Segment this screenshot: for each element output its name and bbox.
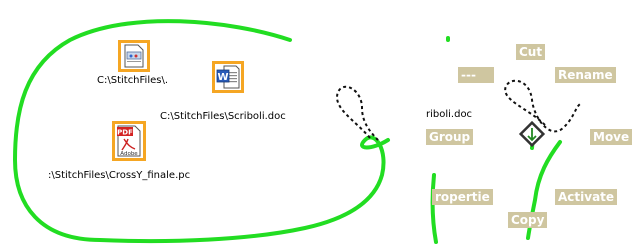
word-icon: W [216, 65, 240, 89]
pie-menu-activate[interactable]: Activate [555, 189, 618, 205]
stitch-canvas[interactable]: C:\StitchFiles\. W C:\StitchFiles\Scribo… [0, 0, 644, 247]
stroke-overlay [12, 19, 581, 244]
file-icon-3[interactable]: PDF Adobe [112, 121, 146, 161]
document-icon [124, 44, 144, 68]
pie-menu-group[interactable]: Group [426, 129, 474, 145]
file-icon-1[interactable] [118, 40, 150, 72]
pdf-icon: PDF Adobe [117, 125, 141, 157]
svg-text:PDF: PDF [117, 129, 133, 137]
pie-menu-cut[interactable]: Cut [516, 44, 546, 60]
pie-menu-move[interactable]: Move [590, 129, 633, 145]
partial-file-label: riboli.doc [426, 109, 473, 120]
pie-menu-copy[interactable]: Copy [508, 212, 548, 228]
left-pigtail-stroke [336, 85, 379, 141]
file-icon-2[interactable]: W [212, 61, 244, 93]
pie-menu-rename[interactable]: Rename [555, 67, 616, 83]
left-lasso-stroke [12, 19, 390, 244]
pie-menu-center [518, 120, 546, 148]
file-label-3: :\StitchFiles\CrossY_finale.pc [48, 170, 191, 181]
svg-text:W: W [217, 72, 228, 83]
pie-menu-properties[interactable]: ropertie [432, 189, 493, 205]
pie-menu-blank-label: --- [461, 68, 476, 82]
file-label-2: C:\StitchFiles\Scriboli.doc [160, 111, 286, 122]
right-pigtail-stroke [504, 79, 581, 133]
pie-menu-blank[interactable]: --- [458, 67, 494, 83]
svg-text:Adobe: Adobe [120, 151, 138, 157]
file-label-1: C:\StitchFiles\. [97, 75, 169, 86]
